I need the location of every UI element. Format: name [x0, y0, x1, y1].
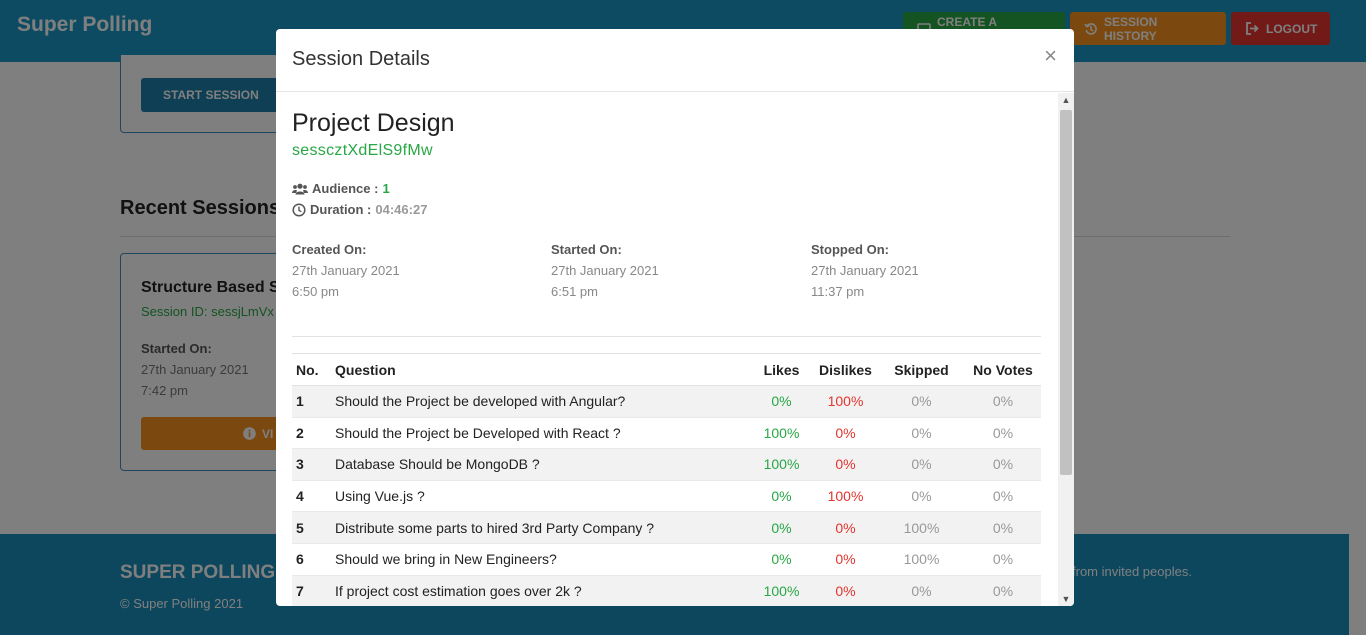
column-header-no: No. — [292, 353, 331, 386]
started-on: Started On: 27th January 2021 6:51 pm — [551, 239, 791, 302]
table-row: 3 Database Should be MongoDB ? 100% 0% 0… — [292, 448, 1041, 481]
row-likes: 100% — [750, 416, 813, 449]
table-row: 5 Distribute some parts to hired 3rd Par… — [292, 511, 1041, 544]
row-question: If project cost estimation goes over 2k … — [331, 574, 750, 606]
stopped-on-time: 11:37 pm — [811, 284, 865, 299]
audience-label: Audience : — [312, 181, 379, 196]
row-no-votes: 0% — [965, 542, 1041, 576]
row-number: 3 — [292, 448, 331, 481]
started-on-time: 6:51 pm — [551, 284, 598, 299]
row-skipped: 100% — [878, 511, 965, 544]
row-skipped: 0% — [878, 479, 965, 512]
row-likes: 0% — [750, 511, 813, 544]
row-number: 4 — [292, 479, 331, 512]
row-likes: 0% — [750, 542, 813, 576]
row-skipped: 0% — [878, 574, 965, 606]
duration-row: Duration : 04:46:27 — [292, 202, 427, 217]
row-question: Should the Project be Developed with Rea… — [331, 416, 750, 449]
row-no-votes: 0% — [965, 574, 1041, 606]
table-row: 4 Using Vue.js ? 0% 100% 0% 0% — [292, 479, 1041, 512]
row-number: 6 — [292, 542, 331, 576]
scrollbar-thumb[interactable] — [1060, 110, 1072, 475]
started-on-date: 27th January 2021 — [551, 263, 659, 278]
row-question: Should the Project be developed with Ang… — [331, 385, 750, 418]
scroll-up-icon[interactable]: ▲ — [1058, 93, 1074, 107]
column-header-dislikes: Dislikes — [813, 353, 878, 386]
row-dislikes: 0% — [813, 542, 878, 576]
row-dislikes: 0% — [813, 511, 878, 544]
table-row: 1 Should the Project be developed with A… — [292, 385, 1041, 418]
row-question: Using Vue.js ? — [331, 479, 750, 512]
stopped-on: Stopped On: 27th January 2021 11:37 pm — [811, 239, 1051, 302]
row-number: 5 — [292, 511, 331, 544]
questions-table: No. Question Likes Dislikes Skipped No V… — [292, 353, 1041, 606]
duration-value: 04:46:27 — [375, 202, 428, 217]
session-details-modal: Session Details × Project Design sessczt… — [276, 29, 1074, 606]
row-no-votes: 0% — [965, 511, 1041, 544]
column-header-skipped: Skipped — [878, 353, 965, 386]
row-dislikes: 0% — [813, 574, 878, 606]
row-no-votes: 0% — [965, 448, 1041, 481]
row-skipped: 100% — [878, 542, 965, 576]
row-question: Should we bring in New Engineers? — [331, 542, 750, 576]
modal-header: Session Details × — [276, 29, 1074, 92]
row-dislikes: 100% — [813, 479, 878, 512]
column-header-no-votes: No Votes — [965, 353, 1041, 386]
row-number: 2 — [292, 416, 331, 449]
modal-body: Project Design sesscztXdElS9fMw Audience… — [276, 93, 1058, 606]
audience-row: Audience : 1 — [292, 181, 390, 196]
row-question: Distribute some parts to hired 3rd Party… — [331, 511, 750, 544]
column-header-likes: Likes — [750, 353, 813, 386]
stopped-on-date: 27th January 2021 — [811, 263, 919, 278]
session-code: sesscztXdElS9fMw — [292, 142, 433, 159]
created-on-label: Created On: — [292, 242, 367, 257]
row-no-votes: 0% — [965, 416, 1041, 449]
row-no-votes: 0% — [965, 479, 1041, 512]
row-likes: 0% — [750, 479, 813, 512]
row-number: 1 — [292, 385, 331, 418]
project-title: Project Design — [292, 109, 455, 137]
table-header-row: No. Question Likes Dislikes Skipped No V… — [292, 353, 1041, 386]
row-likes: 100% — [750, 448, 813, 481]
stopped-on-label: Stopped On: — [811, 242, 889, 257]
clock-icon — [292, 202, 306, 217]
created-on-date: 27th January 2021 — [292, 263, 400, 278]
duration-label: Duration : — [310, 202, 372, 217]
modal-scrollbar[interactable]: ▲ ▼ — [1058, 93, 1074, 606]
created-on-time: 6:50 pm — [292, 284, 339, 299]
modal-title: Session Details — [292, 48, 430, 70]
row-likes: 0% — [750, 385, 813, 418]
started-on-label: Started On: — [551, 242, 622, 257]
table-row: 2 Should the Project be Developed with R… — [292, 416, 1041, 449]
created-on: Created On: 27th January 2021 6:50 pm — [292, 239, 532, 302]
row-skipped: 0% — [878, 448, 965, 481]
row-skipped: 0% — [878, 385, 965, 418]
row-number: 7 — [292, 574, 331, 606]
column-header-question: Question — [331, 353, 750, 386]
table-row: 6 Should we bring in New Engineers? 0% 0… — [292, 542, 1041, 576]
row-dislikes: 100% — [813, 385, 878, 418]
row-dislikes: 0% — [813, 448, 878, 481]
audience-value: 1 — [382, 181, 390, 196]
scroll-down-icon[interactable]: ▼ — [1058, 592, 1074, 606]
users-icon — [292, 183, 308, 195]
divider — [292, 336, 1041, 337]
row-dislikes: 0% — [813, 416, 878, 449]
close-icon[interactable]: × — [1044, 45, 1057, 67]
row-likes: 100% — [750, 574, 813, 606]
row-skipped: 0% — [878, 416, 965, 449]
row-question: Database Should be MongoDB ? — [331, 448, 750, 481]
table-row: 7 If project cost estimation goes over 2… — [292, 574, 1041, 606]
row-no-votes: 0% — [965, 385, 1041, 418]
